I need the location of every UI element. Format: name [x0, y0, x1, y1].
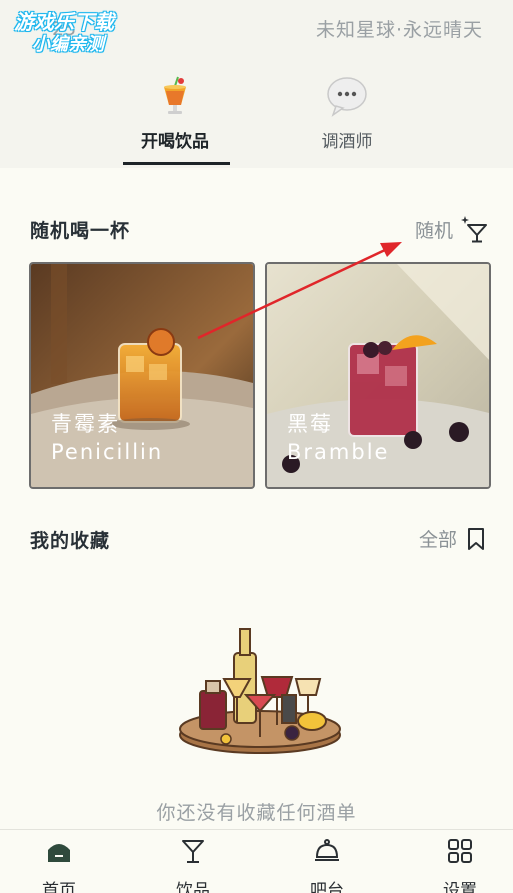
watermark-logo: 游戏乐下载 小编亲测 — [14, 10, 154, 62]
chat-bubble-icon — [327, 77, 367, 117]
empty-favorites-illustration — [179, 628, 341, 754]
tab-drinks[interactable]: 开喝饮品 — [115, 75, 235, 152]
drink-name-en: Penicillin — [51, 440, 164, 464]
empty-favorites-message: 你还没有收藏任何酒单 — [156, 802, 357, 824]
nav-home[interactable]: 首页 — [19, 836, 99, 893]
tab-drinks-label: 开喝饮品 — [141, 132, 209, 152]
location-text: 未知星球·永远晴天 — [315, 19, 483, 41]
drink-name-cn: 黑莓 — [287, 412, 333, 436]
watermark-line2: 小编亲测 — [32, 34, 104, 55]
sparkle-martini-icon — [461, 216, 487, 243]
tab-bartender-label: 调酒师 — [321, 132, 373, 152]
view-all-favorites-button[interactable]: 全部 — [419, 525, 489, 552]
view-all-label: 全部 — [418, 529, 457, 551]
random-button[interactable]: 随机 — [415, 214, 489, 244]
cocktail-icon — [164, 76, 186, 114]
nav-drinks-label: 饮品 — [176, 881, 210, 893]
nav-home-label: 首页 — [42, 881, 76, 893]
drink-card-penicillin[interactable]: 青霉素 Penicillin — [29, 262, 255, 489]
bottom-nav: 首页 饮品 吧台 设置 — [0, 829, 513, 893]
nav-settings-label: 设置 — [443, 881, 477, 893]
random-button-label: 随机 — [414, 219, 453, 242]
service-bell-icon — [315, 839, 339, 861]
random-section-title: 随机喝一杯 — [30, 220, 131, 242]
drink-name-en: Bramble — [287, 440, 390, 464]
drink-name-cn: 青霉素 — [51, 412, 120, 436]
nav-bar[interactable]: 吧台 — [287, 836, 367, 893]
favorites-section-title: 我的收藏 — [30, 530, 111, 552]
nav-drinks[interactable]: 饮品 — [153, 836, 233, 893]
grid-icon — [448, 839, 472, 863]
nav-bar-label: 吧台 — [310, 881, 344, 893]
bookmark-icon — [468, 527, 484, 550]
home-icon — [48, 844, 70, 862]
martini-icon — [182, 840, 204, 863]
nav-settings[interactable]: 设置 — [420, 836, 500, 893]
active-tab-indicator — [123, 162, 230, 165]
drink-card-bramble[interactable]: 黑莓 Bramble — [265, 262, 491, 489]
tab-bartender[interactable]: 调酒师 — [287, 75, 407, 152]
watermark-line1: 游戏乐下载 — [14, 10, 114, 34]
